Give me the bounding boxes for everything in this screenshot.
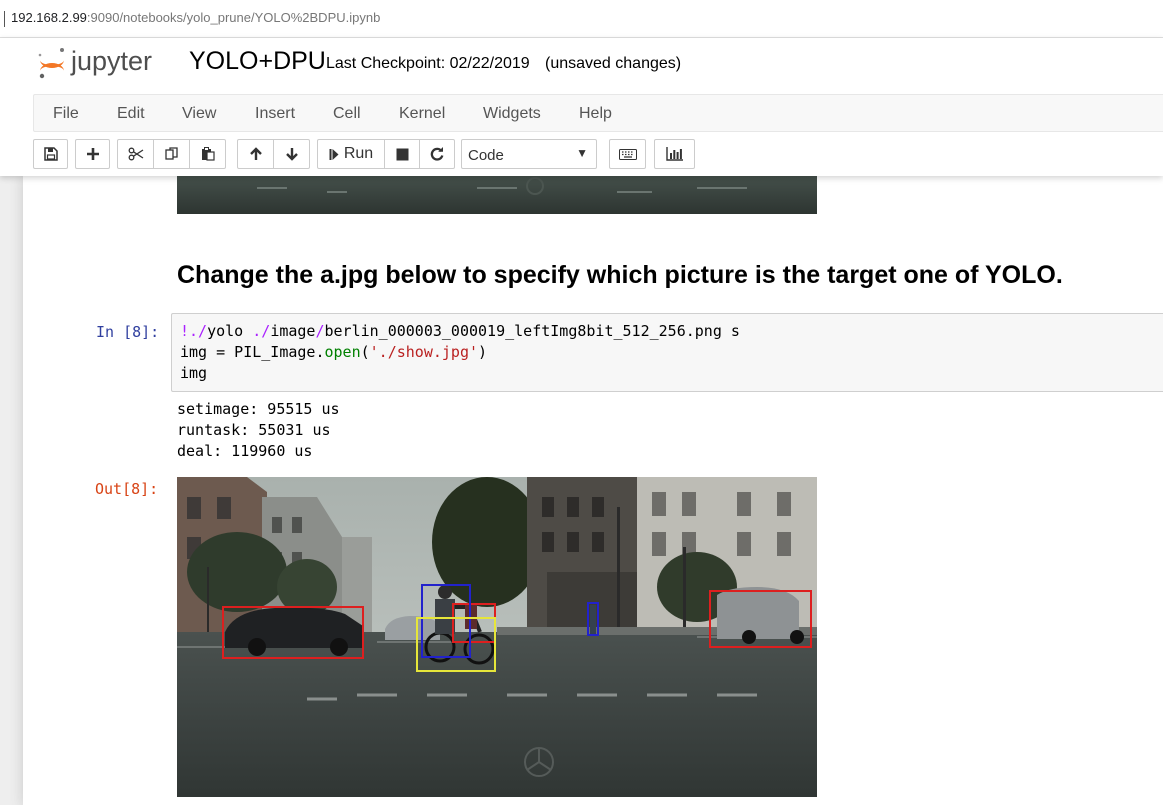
arrow-down-icon [285,148,298,161]
code-token: / [315,322,325,340]
code-token: ./ [252,322,271,340]
restart-kernel-button[interactable] [419,139,455,169]
address-bar-divider [4,11,5,27]
checkpoint-status: Last Checkpoint: 02/22/2019 [326,55,530,72]
input-prompt: In [8]: [96,323,160,341]
code-cell-input[interactable]: !./yolo ./image/berlin_000003_000019_lef… [171,313,1163,392]
stop-icon [396,148,408,160]
command-palette-button[interactable] [609,139,646,169]
arrow-up-icon [249,147,262,160]
resource-usage-button[interactable] [654,139,695,169]
notebook-page: Change the a.jpg below to specify which … [23,176,1163,805]
plus-icon [86,148,99,160]
markdown-heading: Change the a.jpg below to specify which … [177,261,1063,289]
code-token: yolo [207,322,253,340]
paste-button[interactable] [189,139,226,169]
code-token: ! [180,322,190,340]
copy-button[interactable] [153,139,190,169]
step-forward-icon [329,148,339,160]
menu-kernel[interactable]: Kernel [399,105,445,123]
menu-help[interactable]: Help [579,105,612,123]
code-line-3: img [180,364,208,382]
yolo-output-image [177,477,817,797]
menu-cell[interactable]: Cell [333,105,361,123]
code-line-2: img = PIL_Image.open('./show.jpg') [180,343,487,361]
cell-type-value: Code [468,147,504,164]
code-token: './show.jpg' [369,343,479,361]
svg-text:jupyter: jupyter [70,46,152,76]
stdout-line: setimage: 95515 us [177,400,340,418]
stdout-line: deal: 119960 us [177,442,313,460]
interrupt-button[interactable] [384,139,420,169]
scissors-icon [128,147,143,161]
notebook-header: jupyter YOLO+DPU Last Checkpoint: 02/22/… [0,38,1163,176]
jupyter-logo[interactable]: jupyter [37,46,177,82]
url-host: 192.168.2.99 [11,10,87,25]
url-path: :9090/notebooks/yolo_prune/YOLO%2BDPU.ip… [86,10,381,25]
cut-button[interactable] [117,139,154,169]
notebook-toolbar: Run Code ▼ [33,139,1163,171]
code-token: ./ [189,322,208,340]
code-line-1: !./yolo ./image/berlin_000003_000019_lef… [180,322,740,340]
keyboard-icon [618,148,637,160]
save-button[interactable] [33,139,68,169]
run-label: Run [343,145,374,162]
save-icon [43,147,58,161]
previous-output-image [177,176,817,214]
code-token: image [270,322,316,340]
menu-widgets[interactable]: Widgets [483,105,541,123]
paste-icon [201,147,215,161]
code-token: img = PIL_Image. [180,343,325,361]
code-token: open [324,343,361,361]
notebook-title[interactable]: YOLO+DPU [189,47,326,76]
move-up-button[interactable] [237,139,274,169]
address-bar[interactable]: 192.168.2.99:9090/notebooks/yolo_prune/Y… [0,0,1163,38]
stdout-line: runtask: 55031 us [177,421,331,439]
menu-edit[interactable]: Edit [117,105,145,123]
copy-icon [164,147,178,160]
output-prompt: Out[8]: [95,480,159,498]
menu-file[interactable]: File [53,105,79,123]
code-token: ) [478,343,488,361]
code-token: ( [360,343,370,361]
code-token: berlin_000003_000019_leftImg8bit_512_256… [324,322,740,340]
run-button[interactable]: Run [317,139,385,169]
move-down-button[interactable] [273,139,310,169]
chevron-down-icon: ▼ [576,146,588,160]
menu-bar: File Edit View Insert Cell Kernel Widget… [33,94,1163,132]
bar-chart-icon [666,147,683,161]
restart-icon [430,147,444,161]
jupyter-logo-icon: jupyter [38,46,152,79]
insert-cell-button[interactable] [75,139,110,169]
menu-view[interactable]: View [182,105,216,123]
cell-type-select[interactable]: Code ▼ [461,139,597,169]
url-text[interactable]: 192.168.2.99:9090/notebooks/yolo_prune/Y… [11,10,380,25]
autosave-status: (unsaved changes) [545,55,682,72]
menu-insert[interactable]: Insert [255,105,295,123]
